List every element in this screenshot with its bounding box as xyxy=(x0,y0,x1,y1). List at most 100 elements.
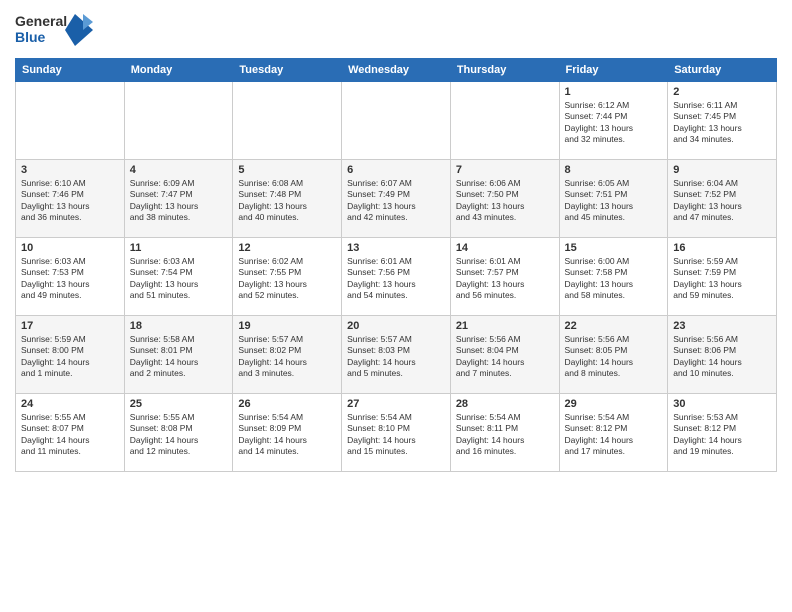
day-number: 20 xyxy=(347,320,445,332)
day-info: Sunrise: 5:59 AM Sunset: 7:59 PM Dayligh… xyxy=(673,256,771,302)
weekday-header-wednesday: Wednesday xyxy=(342,59,451,82)
week-row-4: 17 Sunrise: 5:59 AM Sunset: 8:00 PM Dayli… xyxy=(16,316,777,394)
day-info: Sunrise: 6:00 AM Sunset: 7:58 PM Dayligh… xyxy=(565,256,663,302)
weekday-header-sunday: Sunday xyxy=(16,59,125,82)
day-number: 29 xyxy=(565,398,663,410)
week-row-5: 24 Sunrise: 5:55 AM Sunset: 8:07 PM Dayli… xyxy=(16,394,777,472)
day-info: Sunrise: 6:09 AM Sunset: 7:47 PM Dayligh… xyxy=(130,178,228,224)
day-info: Sunrise: 6:05 AM Sunset: 7:51 PM Dayligh… xyxy=(565,178,663,224)
day-info: Sunrise: 5:54 AM Sunset: 8:09 PM Dayligh… xyxy=(238,412,336,458)
calendar-cell: 21Sunrise: 5:56 AM Sunset: 8:04 PM Dayli… xyxy=(450,316,559,394)
calendar-cell: 13 Sunrise: 6:01 AM Sunset: 7:56 PM Dayli… xyxy=(342,238,451,316)
calendar-cell: 8Sunrise: 6:05 AM Sunset: 7:51 PM Daylig… xyxy=(559,160,668,238)
calendar-cell: 4 Sunrise: 6:09 AM Sunset: 7:47 PM Daylig… xyxy=(124,160,233,238)
day-info: Sunrise: 5:56 AM Sunset: 8:05 PM Dayligh… xyxy=(565,334,663,380)
weekday-header-thursday: Thursday xyxy=(450,59,559,82)
calendar-cell xyxy=(342,82,451,160)
day-number: 7 xyxy=(456,164,554,176)
page: GeneralBlue SundayMondayTuesdayWednesday… xyxy=(0,0,792,612)
logo: GeneralBlue xyxy=(15,10,95,50)
week-row-1: 1 Sunrise: 6:12 AM Sunset: 7:44 PM Daylig… xyxy=(16,82,777,160)
day-number: 2 xyxy=(673,86,771,98)
calendar-cell: 15 Sunrise: 6:00 AM Sunset: 7:58 PM Dayli… xyxy=(559,238,668,316)
calendar-cell: 28 Sunrise: 5:54 AM Sunset: 8:11 PM Dayli… xyxy=(450,394,559,472)
calendar-cell xyxy=(124,82,233,160)
weekday-header-friday: Friday xyxy=(559,59,668,82)
calendar-cell: 2 Sunrise: 6:11 AM Sunset: 7:45 PM Daylig… xyxy=(668,82,777,160)
calendar-cell: 23 Sunrise: 5:56 AM Sunset: 8:06 PM Dayli… xyxy=(668,316,777,394)
day-info: Sunrise: 6:01 AM Sunset: 7:56 PM Dayligh… xyxy=(347,256,445,302)
calendar-cell: 5 Sunrise: 6:08 AM Sunset: 7:48 PM Daylig… xyxy=(233,160,342,238)
day-number: 10 xyxy=(21,242,119,254)
calendar-cell: 10 Sunrise: 6:03 AM Sunset: 7:53 PM Dayli… xyxy=(16,238,125,316)
day-info: Sunrise: 5:58 AM Sunset: 8:01 PM Dayligh… xyxy=(130,334,228,380)
day-number: 1 xyxy=(565,86,663,98)
calendar-cell: 29 Sunrise: 5:54 AM Sunset: 8:12 PM Dayli… xyxy=(559,394,668,472)
day-info: Sunrise: 6:06 AM Sunset: 7:50 PM Dayligh… xyxy=(456,178,554,224)
calendar-cell: 16Sunrise: 5:59 AM Sunset: 7:59 PM Dayli… xyxy=(668,238,777,316)
day-info: Sunrise: 5:54 AM Sunset: 8:11 PM Dayligh… xyxy=(456,412,554,458)
day-number: 22 xyxy=(565,320,663,332)
day-info: Sunrise: 5:53 AM Sunset: 8:12 PM Dayligh… xyxy=(673,412,771,458)
calendar-cell: 12Sunrise: 6:02 AM Sunset: 7:55 PM Dayli… xyxy=(233,238,342,316)
header: GeneralBlue xyxy=(15,10,777,50)
calendar-cell: 14 Sunrise: 6:01 AM Sunset: 7:57 PM Dayli… xyxy=(450,238,559,316)
day-number: 11 xyxy=(130,242,228,254)
weekday-header-saturday: Saturday xyxy=(668,59,777,82)
day-info: Sunrise: 5:55 AM Sunset: 8:08 PM Dayligh… xyxy=(130,412,228,458)
calendar-cell: 18Sunrise: 5:58 AM Sunset: 8:01 PM Dayli… xyxy=(124,316,233,394)
day-info: Sunrise: 6:12 AM Sunset: 7:44 PM Dayligh… xyxy=(565,100,663,146)
calendar: SundayMondayTuesdayWednesdayThursdayFrid… xyxy=(15,58,777,472)
day-number: 4 xyxy=(130,164,228,176)
day-info: Sunrise: 5:57 AM Sunset: 8:02 PM Dayligh… xyxy=(238,334,336,380)
day-number: 15 xyxy=(565,242,663,254)
logo-svg: GeneralBlue xyxy=(15,10,95,50)
day-info: Sunrise: 5:55 AM Sunset: 8:07 PM Dayligh… xyxy=(21,412,119,458)
calendar-cell: 25Sunrise: 5:55 AM Sunset: 8:08 PM Dayli… xyxy=(124,394,233,472)
calendar-cell: 7 Sunrise: 6:06 AM Sunset: 7:50 PM Daylig… xyxy=(450,160,559,238)
day-number: 6 xyxy=(347,164,445,176)
calendar-cell: 24 Sunrise: 5:55 AM Sunset: 8:07 PM Dayli… xyxy=(16,394,125,472)
day-number: 19 xyxy=(238,320,336,332)
calendar-cell: 17 Sunrise: 5:59 AM Sunset: 8:00 PM Dayli… xyxy=(16,316,125,394)
calendar-cell: 1 Sunrise: 6:12 AM Sunset: 7:44 PM Daylig… xyxy=(559,82,668,160)
day-info: Sunrise: 5:54 AM Sunset: 8:10 PM Dayligh… xyxy=(347,412,445,458)
day-info: Sunrise: 6:08 AM Sunset: 7:48 PM Dayligh… xyxy=(238,178,336,224)
day-number: 13 xyxy=(347,242,445,254)
svg-text:Blue: Blue xyxy=(15,29,46,45)
week-row-2: 3Sunrise: 6:10 AM Sunset: 7:46 PM Daylig… xyxy=(16,160,777,238)
day-info: Sunrise: 6:03 AM Sunset: 7:53 PM Dayligh… xyxy=(21,256,119,302)
day-info: Sunrise: 6:01 AM Sunset: 7:57 PM Dayligh… xyxy=(456,256,554,302)
calendar-cell xyxy=(233,82,342,160)
calendar-cell: 20 Sunrise: 5:57 AM Sunset: 8:03 PM Dayli… xyxy=(342,316,451,394)
day-number: 17 xyxy=(21,320,119,332)
calendar-cell: 27 Sunrise: 5:54 AM Sunset: 8:10 PM Dayli… xyxy=(342,394,451,472)
day-number: 28 xyxy=(456,398,554,410)
day-info: Sunrise: 5:57 AM Sunset: 8:03 PM Dayligh… xyxy=(347,334,445,380)
day-number: 23 xyxy=(673,320,771,332)
weekday-header-row: SundayMondayTuesdayWednesdayThursdayFrid… xyxy=(16,59,777,82)
day-info: Sunrise: 6:07 AM Sunset: 7:49 PM Dayligh… xyxy=(347,178,445,224)
calendar-cell: 30 Sunrise: 5:53 AM Sunset: 8:12 PM Dayli… xyxy=(668,394,777,472)
calendar-cell xyxy=(450,82,559,160)
calendar-cell xyxy=(16,82,125,160)
day-number: 5 xyxy=(238,164,336,176)
calendar-cell: 26Sunrise: 5:54 AM Sunset: 8:09 PM Dayli… xyxy=(233,394,342,472)
day-number: 14 xyxy=(456,242,554,254)
day-info: Sunrise: 6:02 AM Sunset: 7:55 PM Dayligh… xyxy=(238,256,336,302)
day-number: 24 xyxy=(21,398,119,410)
calendar-cell: 9Sunrise: 6:04 AM Sunset: 7:52 PM Daylig… xyxy=(668,160,777,238)
day-info: Sunrise: 5:56 AM Sunset: 8:06 PM Dayligh… xyxy=(673,334,771,380)
day-number: 3 xyxy=(21,164,119,176)
day-number: 30 xyxy=(673,398,771,410)
calendar-cell: 3Sunrise: 6:10 AM Sunset: 7:46 PM Daylig… xyxy=(16,160,125,238)
day-info: Sunrise: 5:54 AM Sunset: 8:12 PM Dayligh… xyxy=(565,412,663,458)
weekday-header-monday: Monday xyxy=(124,59,233,82)
day-info: Sunrise: 6:03 AM Sunset: 7:54 PM Dayligh… xyxy=(130,256,228,302)
day-info: Sunrise: 5:59 AM Sunset: 8:00 PM Dayligh… xyxy=(21,334,119,380)
day-info: Sunrise: 6:11 AM Sunset: 7:45 PM Dayligh… xyxy=(673,100,771,146)
calendar-cell: 22 Sunrise: 5:56 AM Sunset: 8:05 PM Dayli… xyxy=(559,316,668,394)
day-number: 27 xyxy=(347,398,445,410)
calendar-cell: 19 Sunrise: 5:57 AM Sunset: 8:02 PM Dayli… xyxy=(233,316,342,394)
weekday-header-tuesday: Tuesday xyxy=(233,59,342,82)
